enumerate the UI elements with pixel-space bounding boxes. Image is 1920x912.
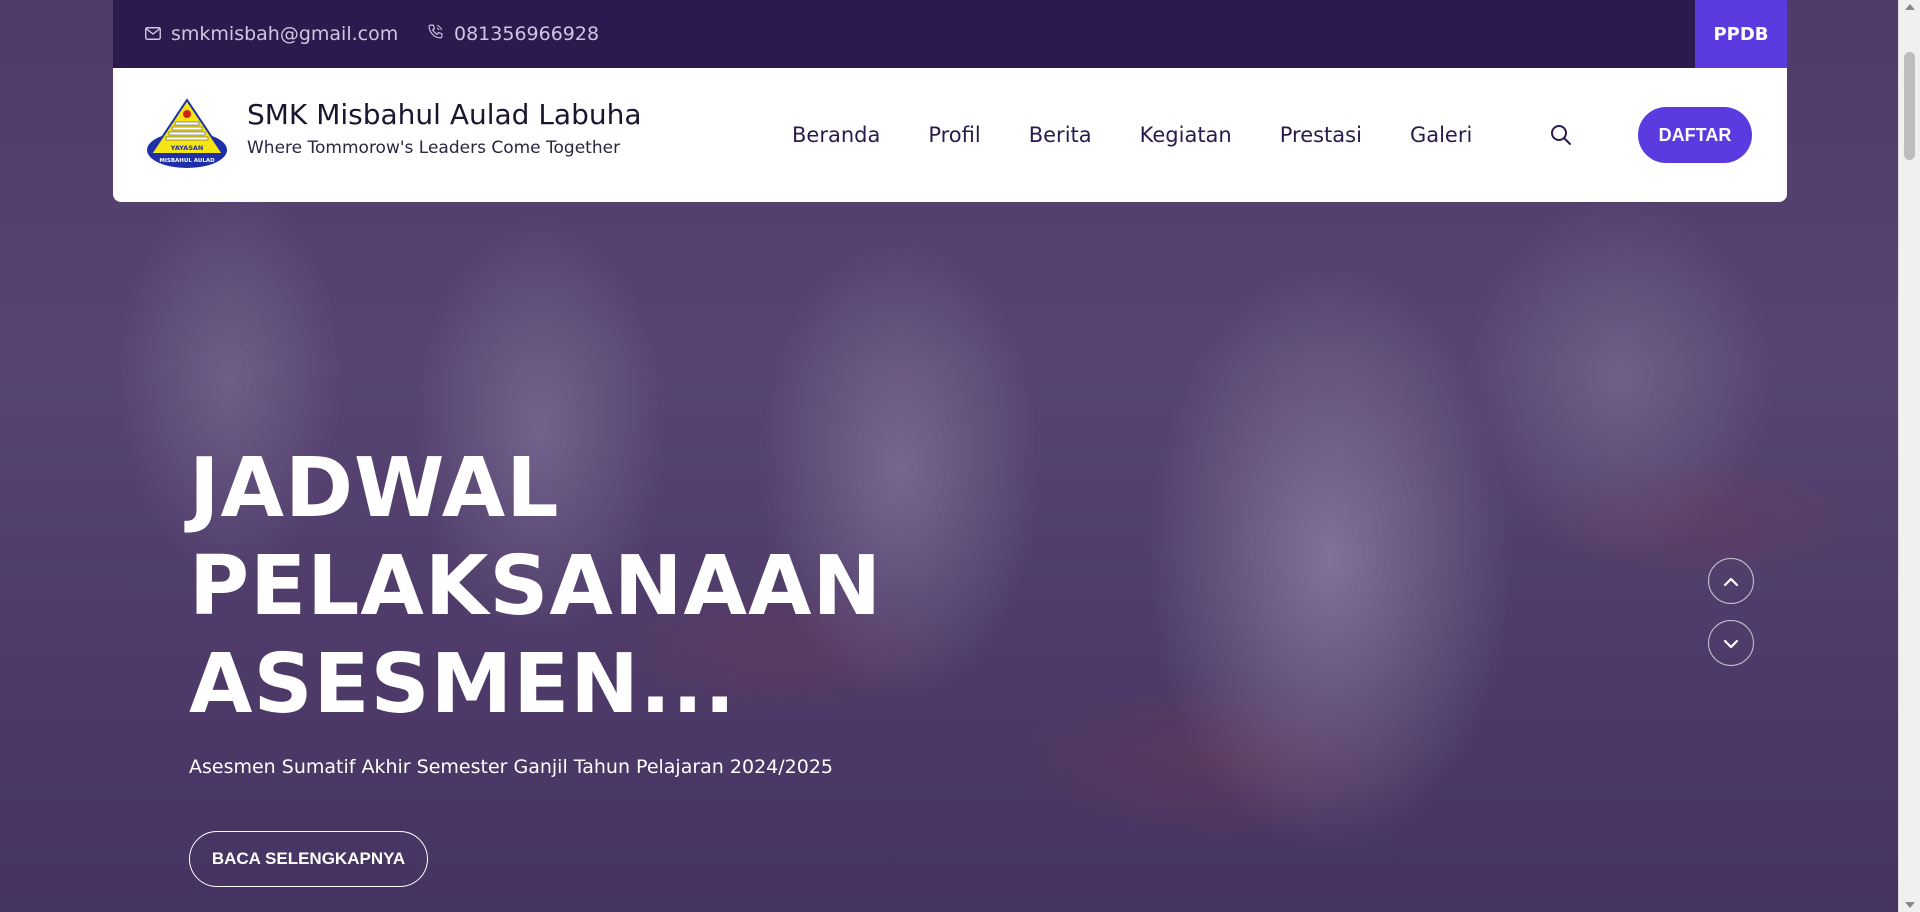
nav-item-berita[interactable]: Berita — [1029, 123, 1092, 147]
slide-prev-button[interactable] — [1708, 558, 1754, 604]
school-logo[interactable]: YAYASAN MISBAHUL AULAD — [145, 98, 229, 172]
nav-item-galeri[interactable]: Galeri — [1410, 123, 1472, 147]
mail-icon — [145, 23, 161, 45]
scroll-up-arrow-icon[interactable] — [1905, 4, 1915, 10]
hero-title-line: ASESMEN... — [189, 637, 737, 732]
search-icon[interactable] — [1548, 122, 1574, 148]
ppdb-button[interactable]: PPDB — [1695, 0, 1787, 68]
nav-item-prestasi[interactable]: Prestasi — [1280, 123, 1362, 147]
school-name[interactable]: SMK Misbahul Aulad Labuha — [247, 98, 642, 131]
read-more-button[interactable]: BACA SELENGKAPNYA — [189, 831, 428, 887]
page-scrollbar[interactable] — [1898, 0, 1920, 912]
contact-email[interactable]: smkmisbah@gmail.com — [145, 0, 398, 68]
school-tagline: Where Tommorow's Leaders Come Together — [247, 138, 621, 158]
contact-email-text: smkmisbah@gmail.com — [171, 23, 399, 45]
slide-next-button[interactable] — [1708, 620, 1754, 666]
hero-title-line: JADWAL — [189, 441, 560, 536]
hero-title-line: PELAKSANAAN — [189, 539, 883, 634]
daftar-button[interactable]: DAFTAR — [1638, 107, 1752, 163]
main-nav: Beranda Profil Berita Kegiatan Prestasi … — [792, 68, 1520, 202]
nav-item-kegiatan[interactable]: Kegiatan — [1140, 123, 1232, 147]
scroll-down-arrow-icon[interactable] — [1905, 902, 1915, 908]
scroll-thumb[interactable] — [1904, 52, 1915, 160]
phone-icon — [427, 23, 444, 45]
top-bar: smkmisbah@gmail.com 081356966928 PPDB — [113, 0, 1787, 68]
hero-title: JADWAL PELAKSANAAN ASESMEN... — [189, 440, 909, 734]
nav-item-profil[interactable]: Profil — [928, 123, 980, 147]
logo-text-top: YAYASAN — [170, 144, 204, 152]
chevron-down-icon — [1723, 634, 1739, 653]
contact-phone[interactable]: 081356966928 — [427, 0, 599, 68]
nav-item-beranda[interactable]: Beranda — [792, 123, 880, 147]
site-header: YAYASAN MISBAHUL AULAD SMK Misbahul Aula… — [113, 68, 1787, 202]
chevron-up-icon — [1723, 572, 1739, 591]
hero-subtitle: Asesmen Sumatif Akhir Semester Ganjil Ta… — [189, 756, 833, 778]
logo-text-bottom: MISBAHUL AULAD — [159, 158, 215, 164]
contact-phone-text: 081356966928 — [454, 23, 600, 45]
